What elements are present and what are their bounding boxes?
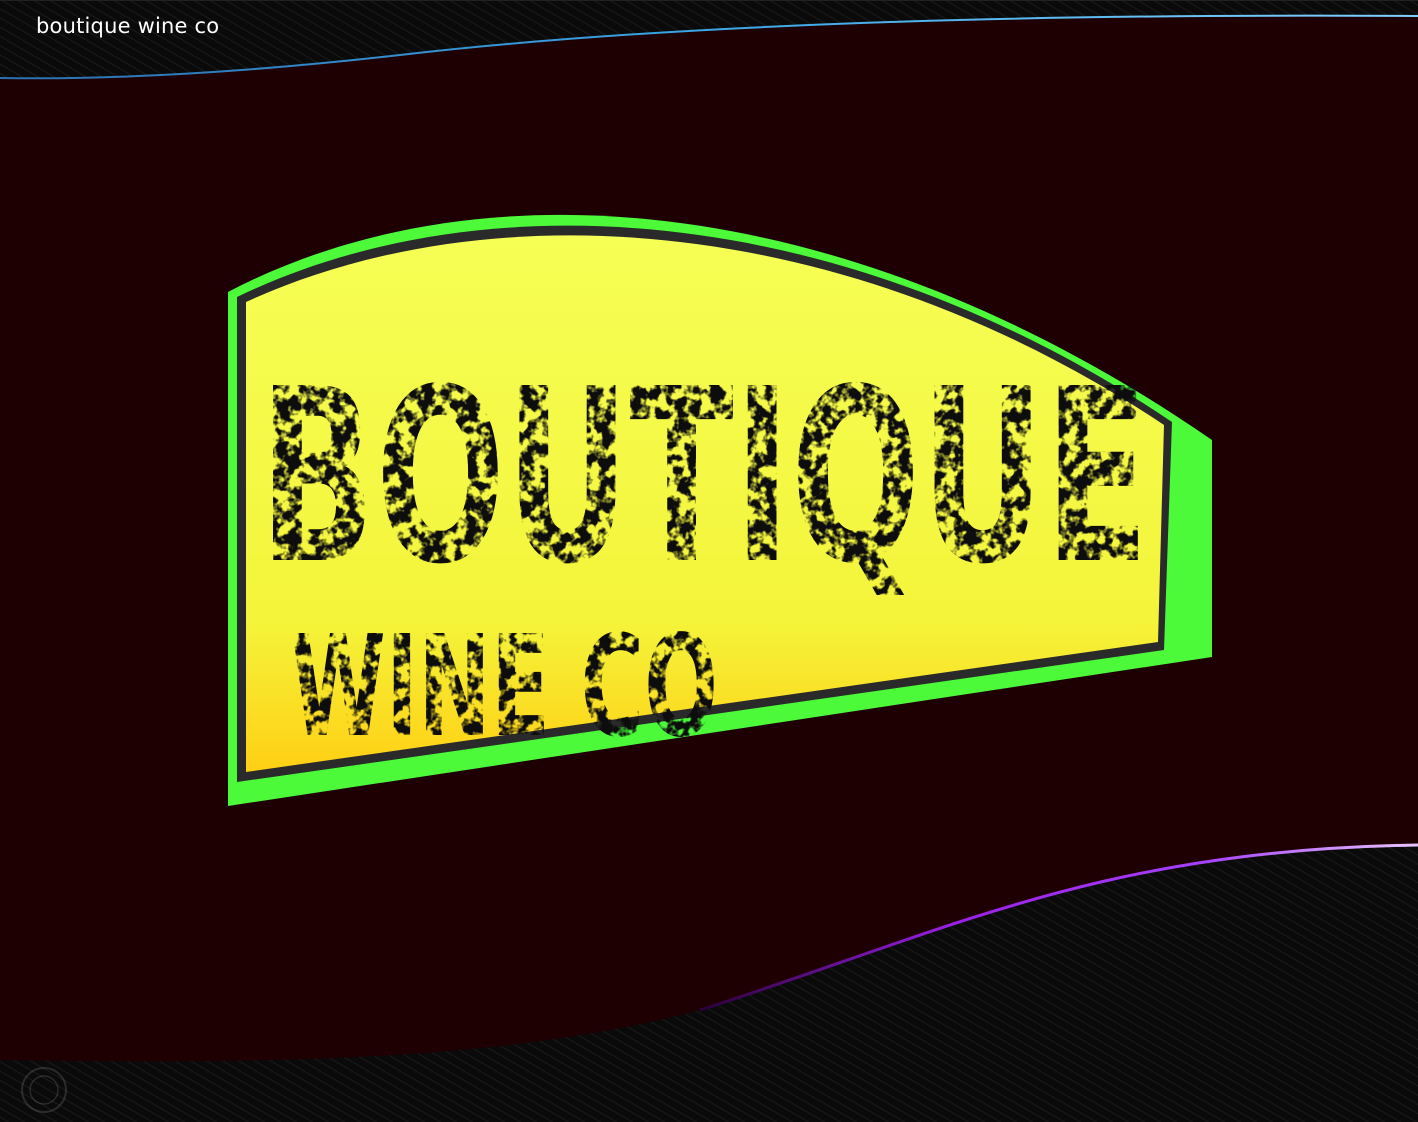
sign-lettering: BOUTIQUE WINE CO bbox=[259, 337, 1149, 769]
logo-line-2: WINE CO bbox=[290, 606, 718, 769]
artwork: BOUTIQUE WINE CO bbox=[0, 0, 1418, 1122]
logo-line-1: BOUTIQUE bbox=[259, 337, 1149, 617]
canvas: BOUTIQUE WINE CO boutique wine co bbox=[0, 0, 1418, 1122]
page-title: boutique wine co bbox=[36, 14, 220, 38]
header-band bbox=[0, 0, 1418, 79]
footer-band bbox=[0, 845, 1418, 1122]
